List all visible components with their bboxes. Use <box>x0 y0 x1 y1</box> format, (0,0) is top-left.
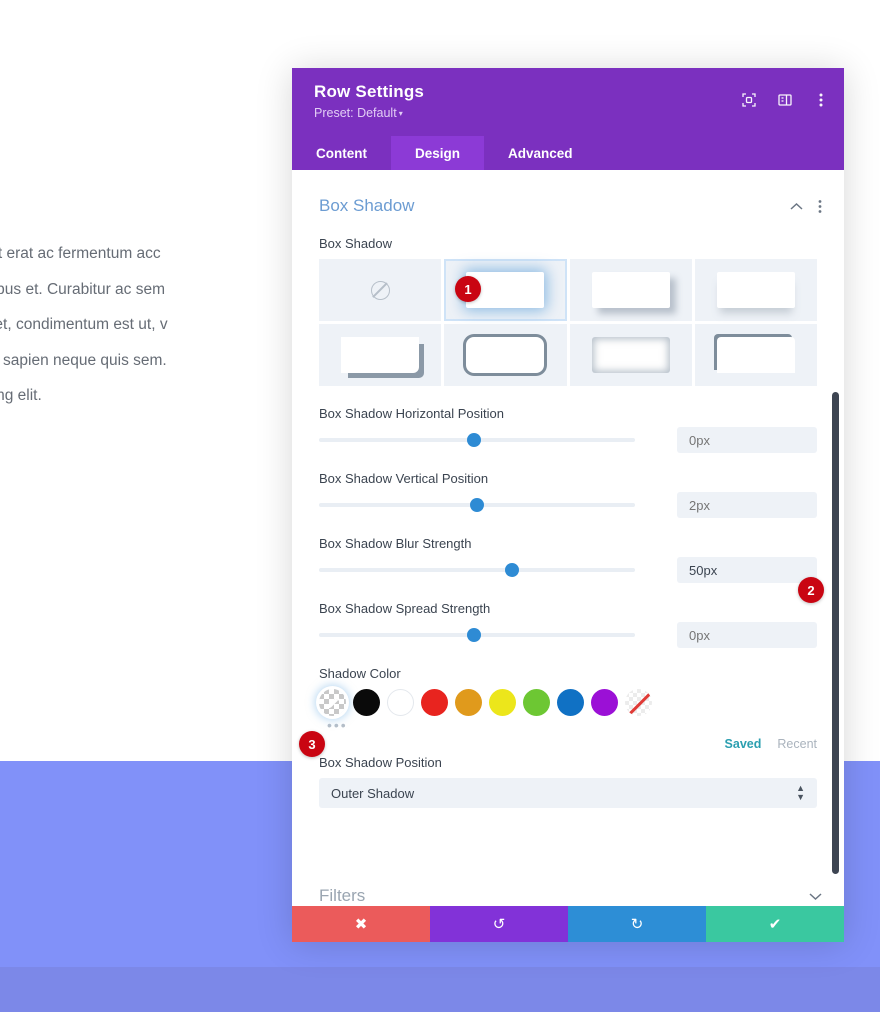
tab-design[interactable]: Design <box>391 136 485 170</box>
blur-strength-slider[interactable] <box>319 559 635 581</box>
undo-button[interactable]: ↺ <box>430 906 568 942</box>
more-vertical-icon[interactable] <box>818 199 822 214</box>
background-footer-band <box>0 967 880 1012</box>
modal-header-icons <box>740 91 830 109</box>
swatch-white[interactable] <box>387 689 414 716</box>
section-title: Box Shadow <box>319 196 415 215</box>
annotation-badge-1: 1 <box>455 276 481 302</box>
redo-button[interactable]: ↻ <box>568 906 706 942</box>
tab-saved-colors[interactable]: Saved <box>725 737 762 751</box>
horizontal-position-slider[interactable] <box>319 429 635 451</box>
slider-row <box>319 427 817 453</box>
modal-tabbar: Content Design Advanced <box>292 136 844 170</box>
swatch-green[interactable] <box>523 689 550 716</box>
vertical-position-input[interactable] <box>677 492 817 518</box>
horizontal-position-input[interactable] <box>677 427 817 453</box>
slider-label: Box Shadow Spread Strength <box>319 601 491 616</box>
save-button[interactable]: ✔ <box>706 906 844 942</box>
tab-recent-colors[interactable]: Recent <box>777 737 817 751</box>
preset-drop-below[interactable] <box>694 259 817 321</box>
row-settings-modal: Row Settings Preset: Default ▾ Content D… <box>292 68 844 942</box>
spread-strength-input[interactable] <box>677 622 817 648</box>
slider-thumb[interactable] <box>470 498 484 512</box>
slider-thumb[interactable] <box>504 563 519 577</box>
box-shadow-label: Box Shadow <box>319 236 392 251</box>
annotation-badge-3: 3 <box>299 731 325 757</box>
modal-action-bar: ✖ ↺ ↻ ✔ <box>292 906 844 942</box>
box-shadow-preset-grid <box>319 259 817 386</box>
box-shadow-section-header: Box Shadow <box>292 170 844 216</box>
slider-row <box>319 492 817 518</box>
spread-strength-slider[interactable] <box>319 624 635 646</box>
slider-track <box>319 568 635 572</box>
section-tools <box>790 199 822 214</box>
background-text-line: pien. Donec placerat erat ac fermentum a… <box>0 245 161 262</box>
no-shadow-icon <box>370 280 390 300</box>
blur-strength-input[interactable] <box>677 557 817 583</box>
shadow-position-label: Box Shadow Position <box>319 755 442 770</box>
tab-advanced[interactable]: Advanced <box>484 136 597 170</box>
swatch-blue[interactable] <box>557 689 584 716</box>
chevron-up-icon[interactable] <box>790 202 803 211</box>
page-root: pien. Donec placerat erat ac fermentum a… <box>0 0 880 1012</box>
shadow-position-value: Outer Shadow <box>331 785 415 801</box>
slider-field-spread-strength: Box Shadow Spread Strength <box>292 601 844 648</box>
chevron-down-icon: ▾ <box>398 109 403 119</box>
annotation-badge-2: 2 <box>798 577 824 603</box>
shadow-position-field: Box Shadow Position Outer Shadow ▲ ▼ <box>292 755 844 808</box>
preset-label: Preset: Default <box>314 106 397 120</box>
box-shadow-preset-field: Box Shadow <box>292 236 844 386</box>
modal-body: Box Shadow Box Shadow Box Shadow Horizon… <box>292 170 844 910</box>
more-colors-button[interactable]: ••• <box>319 717 348 735</box>
shadow-color-field: Shadow Color Saved Recent ••• <box>292 666 844 751</box>
chevron-down-icon[interactable] <box>809 886 822 906</box>
filters-title: Filters <box>319 886 366 905</box>
slider-field-horizontal-position: Box Shadow Horizontal Position <box>292 406 844 453</box>
preset-none[interactable] <box>319 259 442 321</box>
preset-top-left[interactable] <box>694 324 817 386</box>
background-text-line: r enim, nec faucibus sapien neque quis s… <box>0 351 167 369</box>
slider-label: Box Shadow Vertical Position <box>319 471 489 486</box>
preset-outline[interactable] <box>444 324 567 386</box>
panel-layout-icon[interactable] <box>776 91 794 109</box>
swatch-orange[interactable] <box>455 689 482 716</box>
slider-row <box>319 622 817 648</box>
preset-offset-soft[interactable] <box>569 259 692 321</box>
swatch-red[interactable] <box>421 689 448 716</box>
background-body-text: pien. Donec placerat erat ac fermentum a… <box>0 236 320 414</box>
vertical-position-slider[interactable] <box>319 494 635 516</box>
more-vertical-icon[interactable] <box>812 91 830 109</box>
shadow-color-label: Shadow Color <box>319 666 401 681</box>
slider-thumb[interactable] <box>466 433 481 447</box>
shadow-color-swatches: Saved Recent <box>319 689 817 751</box>
slider-row <box>319 557 817 583</box>
swatch-black[interactable] <box>353 689 380 716</box>
slider-label: Box Shadow Horizontal Position <box>319 406 504 421</box>
swatch-yellow[interactable] <box>489 689 516 716</box>
shadow-position-select[interactable]: Outer Shadow ▲ ▼ <box>319 778 817 808</box>
swatch-none[interactable] <box>625 689 652 716</box>
color-library-tabs: Saved Recent <box>725 737 817 751</box>
panel-scrollbar[interactable] <box>832 392 839 874</box>
slider-field-vertical-position: Box Shadow Vertical Position <box>292 471 844 518</box>
filters-section-header[interactable]: Filters <box>319 886 822 906</box>
select-arrows-icon: ▲ ▼ <box>796 783 805 802</box>
focus-target-icon[interactable] <box>740 91 758 109</box>
slider-label: Box Shadow Blur Strength <box>319 536 472 551</box>
background-text-line: eu congue odio tempus et. Curabitur ac s… <box>0 280 166 298</box>
swatch-transparent-picker[interactable] <box>319 689 346 716</box>
background-text-line: m vitae augue aliquet, condimentum est u… <box>0 316 168 333</box>
preset-inner[interactable] <box>569 324 692 386</box>
modal-header: Row Settings Preset: Default ▾ <box>292 68 844 136</box>
slider-thumb[interactable] <box>466 628 481 642</box>
cancel-button[interactable]: ✖ <box>292 906 430 942</box>
slider-field-blur-strength: Box Shadow Blur Strength <box>292 536 844 583</box>
preset-hard-corner[interactable] <box>319 324 442 386</box>
background-text-line: consectetur adipiscing elit. <box>0 387 42 404</box>
eyedropper-icon <box>326 696 339 709</box>
tab-content[interactable]: Content <box>292 136 391 170</box>
swatch-purple[interactable] <box>591 689 618 716</box>
